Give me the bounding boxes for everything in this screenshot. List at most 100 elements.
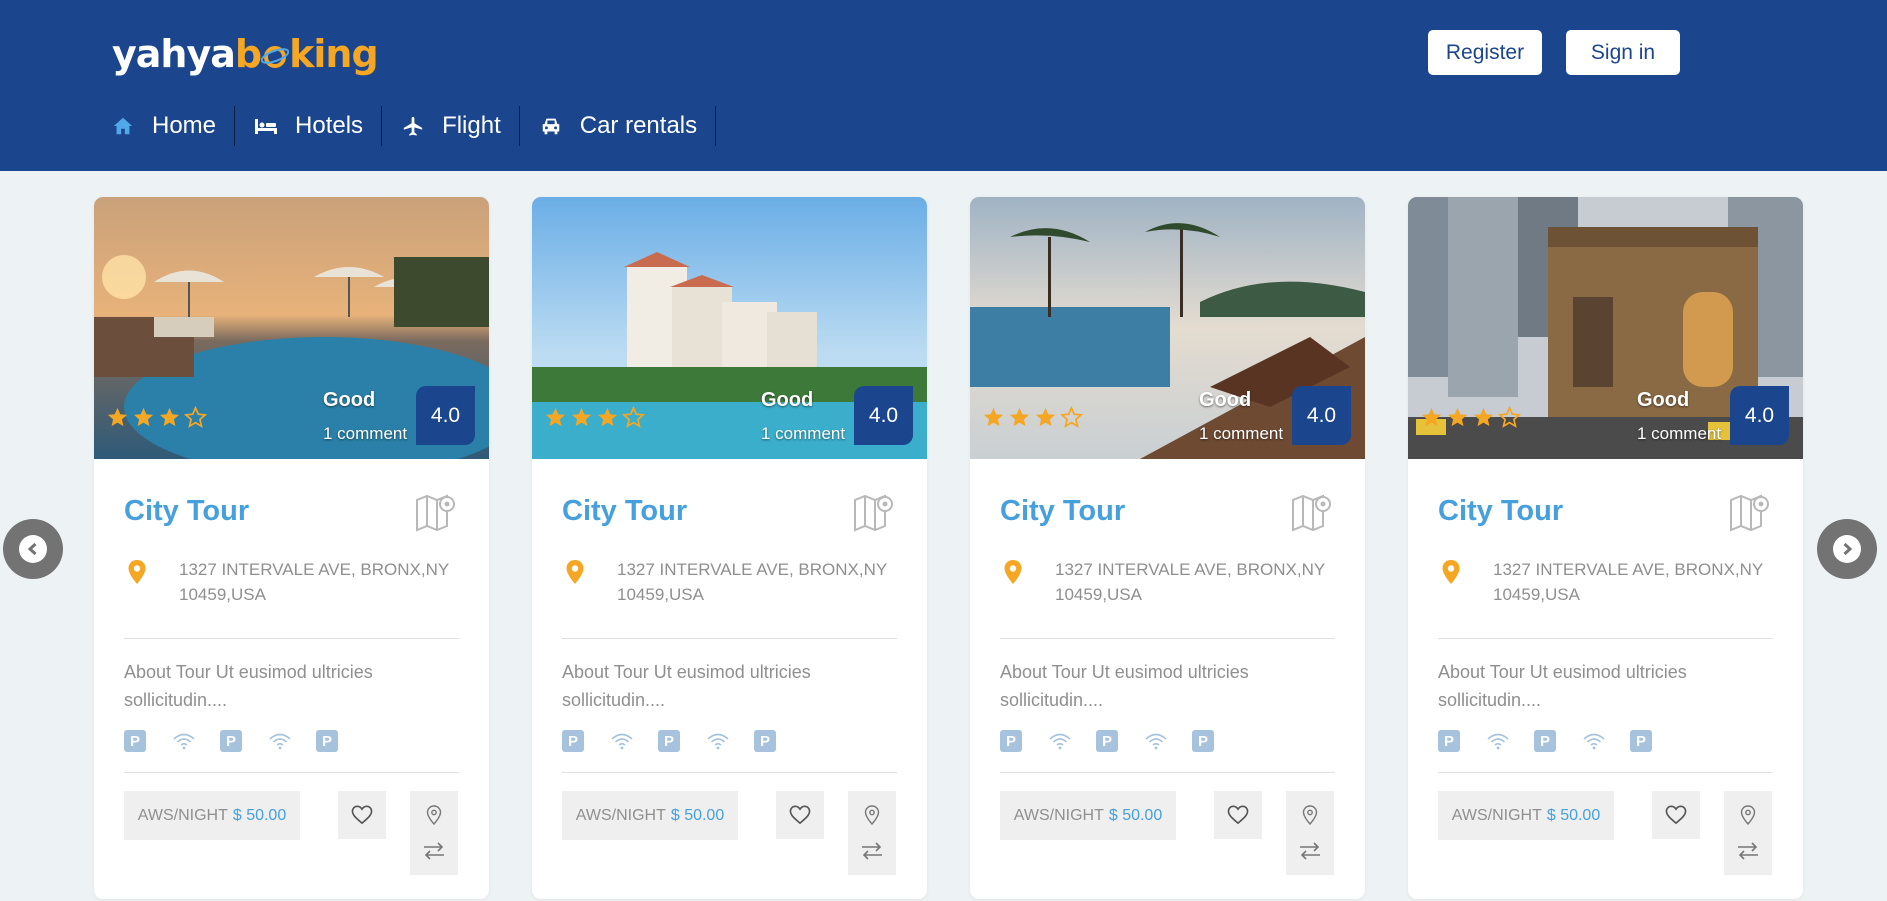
- price-label: AWS/NIGHT: [1451, 806, 1542, 824]
- nav-item-home[interactable]: Home: [110, 106, 236, 146]
- compare-arrows-icon[interactable]: [1736, 841, 1760, 861]
- nav-label-car-rentals: Car rentals: [579, 112, 698, 139]
- wifi-icon: [1049, 733, 1071, 750]
- compare-arrows-icon[interactable]: [422, 841, 446, 861]
- rating-word: Good: [761, 389, 814, 411]
- hotel-image-resort-pool[interactable]: Good 1 comment 4.0: [94, 197, 489, 459]
- favorite-button[interactable]: [338, 791, 386, 839]
- card-title[interactable]: City Tour: [562, 495, 687, 528]
- comment-count[interactable]: 1 comment: [1199, 424, 1283, 444]
- parking-icon: P: [1000, 730, 1022, 752]
- compare-arrows-icon[interactable]: [860, 841, 884, 861]
- hotel-image-beach-resort[interactable]: Good 1 comment 4.0: [532, 197, 927, 459]
- star-filled-icon: [133, 407, 154, 427]
- nav-item-car-rentals[interactable]: Car rentals: [538, 106, 717, 146]
- divider: [1000, 638, 1335, 639]
- star-empty-icon: [622, 406, 645, 428]
- location-pin-outline-icon[interactable]: [426, 805, 442, 825]
- rating-word: Good: [1199, 389, 1252, 411]
- hotel-card[interactable]: Good 1 comment 4.0 City Tour 1327 INTERV…: [94, 197, 489, 899]
- hotel-card[interactable]: Good 1 comment 4.0 City Tour 1327 INTERV…: [532, 197, 927, 899]
- amenities: P P P: [124, 729, 364, 753]
- wifi-icon: [611, 733, 633, 750]
- divider: [124, 772, 459, 773]
- map-icon[interactable]: [853, 492, 895, 532]
- plane-icon: [400, 113, 426, 139]
- wifi-icon: [269, 733, 291, 750]
- price-label: AWS/NIGHT: [575, 806, 666, 824]
- carousel-prev-button[interactable]: [3, 519, 63, 579]
- star-filled-icon: [1035, 407, 1056, 427]
- price-label: AWS/NIGHT: [1013, 806, 1104, 824]
- card-title[interactable]: City Tour: [124, 495, 249, 528]
- card-actions: [848, 791, 896, 875]
- favorite-button[interactable]: [776, 791, 824, 839]
- divider: [562, 638, 897, 639]
- price-box: AWS/NIGHT $ 50.00: [562, 791, 738, 840]
- wifi-icon: [1487, 733, 1509, 750]
- register-button[interactable]: Register: [1428, 30, 1542, 75]
- star-filled-icon: [1447, 407, 1468, 427]
- location-pin-outline-icon[interactable]: [864, 805, 880, 825]
- hotel-image-infinity-pool[interactable]: Good 1 comment 4.0: [970, 197, 1365, 459]
- globe-icon: [261, 46, 290, 68]
- comment-count[interactable]: 1 comment: [1637, 424, 1721, 444]
- heart-icon: [789, 805, 811, 825]
- price-box: AWS/NIGHT $ 50.00: [124, 791, 300, 840]
- parking-icon: P: [562, 730, 584, 752]
- hotel-card[interactable]: Good 1 comment 4.0 City Tour 1327 INTERV…: [1408, 197, 1803, 899]
- favorite-button[interactable]: [1214, 791, 1262, 839]
- price-value: $ 50.00: [1546, 806, 1601, 824]
- divider: [1438, 772, 1773, 773]
- price-box: AWS/NIGHT $ 50.00: [1438, 791, 1614, 840]
- star-filled-icon: [597, 407, 618, 427]
- nav-item-hotels[interactable]: Hotels: [253, 106, 383, 146]
- nav-item-flight[interactable]: Flight: [400, 106, 520, 146]
- card-title[interactable]: City Tour: [1000, 495, 1125, 528]
- parking-icon: P: [1630, 730, 1652, 752]
- map-icon[interactable]: [1729, 492, 1771, 532]
- rating-summary: Good 1 comment: [761, 389, 845, 444]
- rating-word: Good: [1637, 389, 1690, 411]
- wifi-icon: [1583, 733, 1605, 750]
- description: About Tour Ut eusimod ultricies sollicit…: [1000, 662, 1249, 710]
- favorite-button[interactable]: [1652, 791, 1700, 839]
- compare-arrows-icon[interactable]: [1298, 841, 1322, 861]
- hotel-card[interactable]: Good 1 comment 4.0 City Tour 1327 INTERV…: [970, 197, 1365, 899]
- rating-word: Good: [323, 389, 376, 411]
- hotel-image-city-building[interactable]: Good 1 comment 4.0: [1408, 197, 1803, 459]
- location-pin-icon: [566, 560, 584, 584]
- carousel-next-button[interactable]: [1817, 519, 1877, 579]
- wifi-icon: [707, 733, 729, 750]
- parking-icon: P: [220, 730, 242, 752]
- star-filled-icon: [1421, 407, 1442, 427]
- nav-label-flight: Flight: [442, 112, 501, 139]
- map-icon[interactable]: [1291, 492, 1333, 532]
- location-pin-outline-icon[interactable]: [1740, 805, 1756, 825]
- card-actions: [410, 791, 458, 875]
- comment-count[interactable]: 1 comment: [323, 424, 407, 444]
- card-title[interactable]: City Tour: [1438, 495, 1563, 528]
- description: About Tour Ut eusimod ultricies sollicit…: [562, 662, 811, 710]
- comment-count[interactable]: 1 comment: [761, 424, 845, 444]
- score-badge: 4.0: [1730, 386, 1789, 445]
- parking-icon: P: [124, 730, 146, 752]
- divider: [562, 772, 897, 773]
- car-icon: [538, 113, 564, 139]
- star-rating: [106, 406, 207, 429]
- parking-icon: P: [1438, 730, 1460, 752]
- location-pin-icon: [1004, 560, 1022, 584]
- star-filled-icon: [159, 407, 180, 427]
- location-pin-outline-icon[interactable]: [1302, 805, 1318, 825]
- sign-in-button[interactable]: Sign in: [1566, 30, 1680, 75]
- amenities: P P P: [1438, 729, 1678, 753]
- price-value: $ 50.00: [670, 806, 725, 824]
- logo[interactable]: yahyab king: [112, 30, 379, 78]
- star-rating: [544, 406, 645, 429]
- location-pin-icon: [1442, 560, 1460, 584]
- divider: [1438, 638, 1773, 639]
- map-icon[interactable]: [415, 492, 457, 532]
- parking-icon: P: [1192, 730, 1214, 752]
- address: 1327 INTERVALE AVE, BRONX,NY 10459,USA: [179, 560, 449, 604]
- amenities: P P P: [1000, 729, 1240, 753]
